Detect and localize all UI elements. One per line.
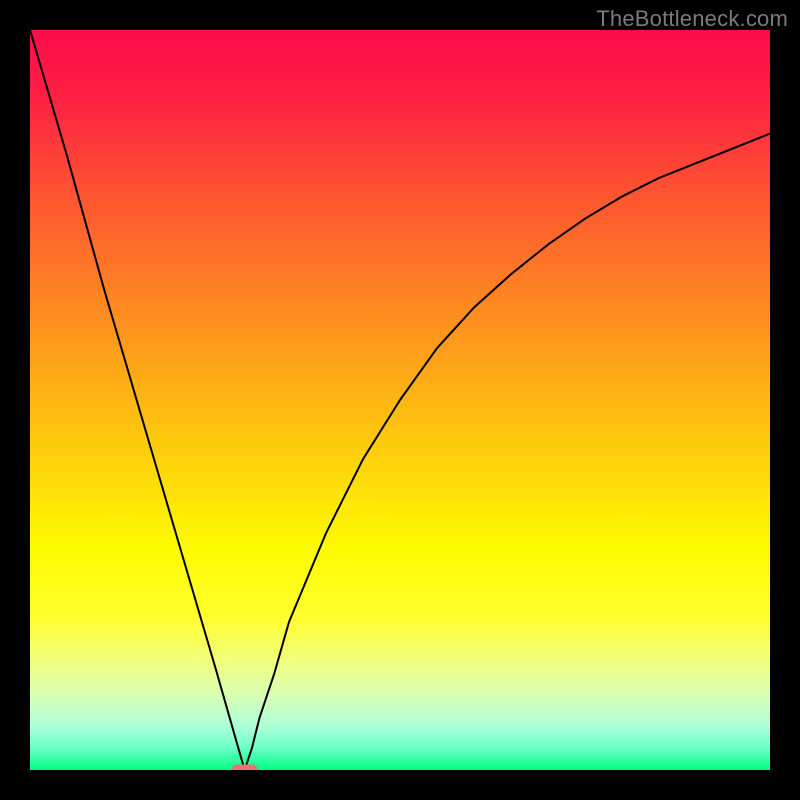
bottleneck-chart [30,30,770,770]
plot-area [30,30,770,770]
optimum-marker [232,765,257,770]
chart-frame: TheBottleneck.com [0,0,800,800]
watermark-text: TheBottleneck.com [596,6,788,32]
